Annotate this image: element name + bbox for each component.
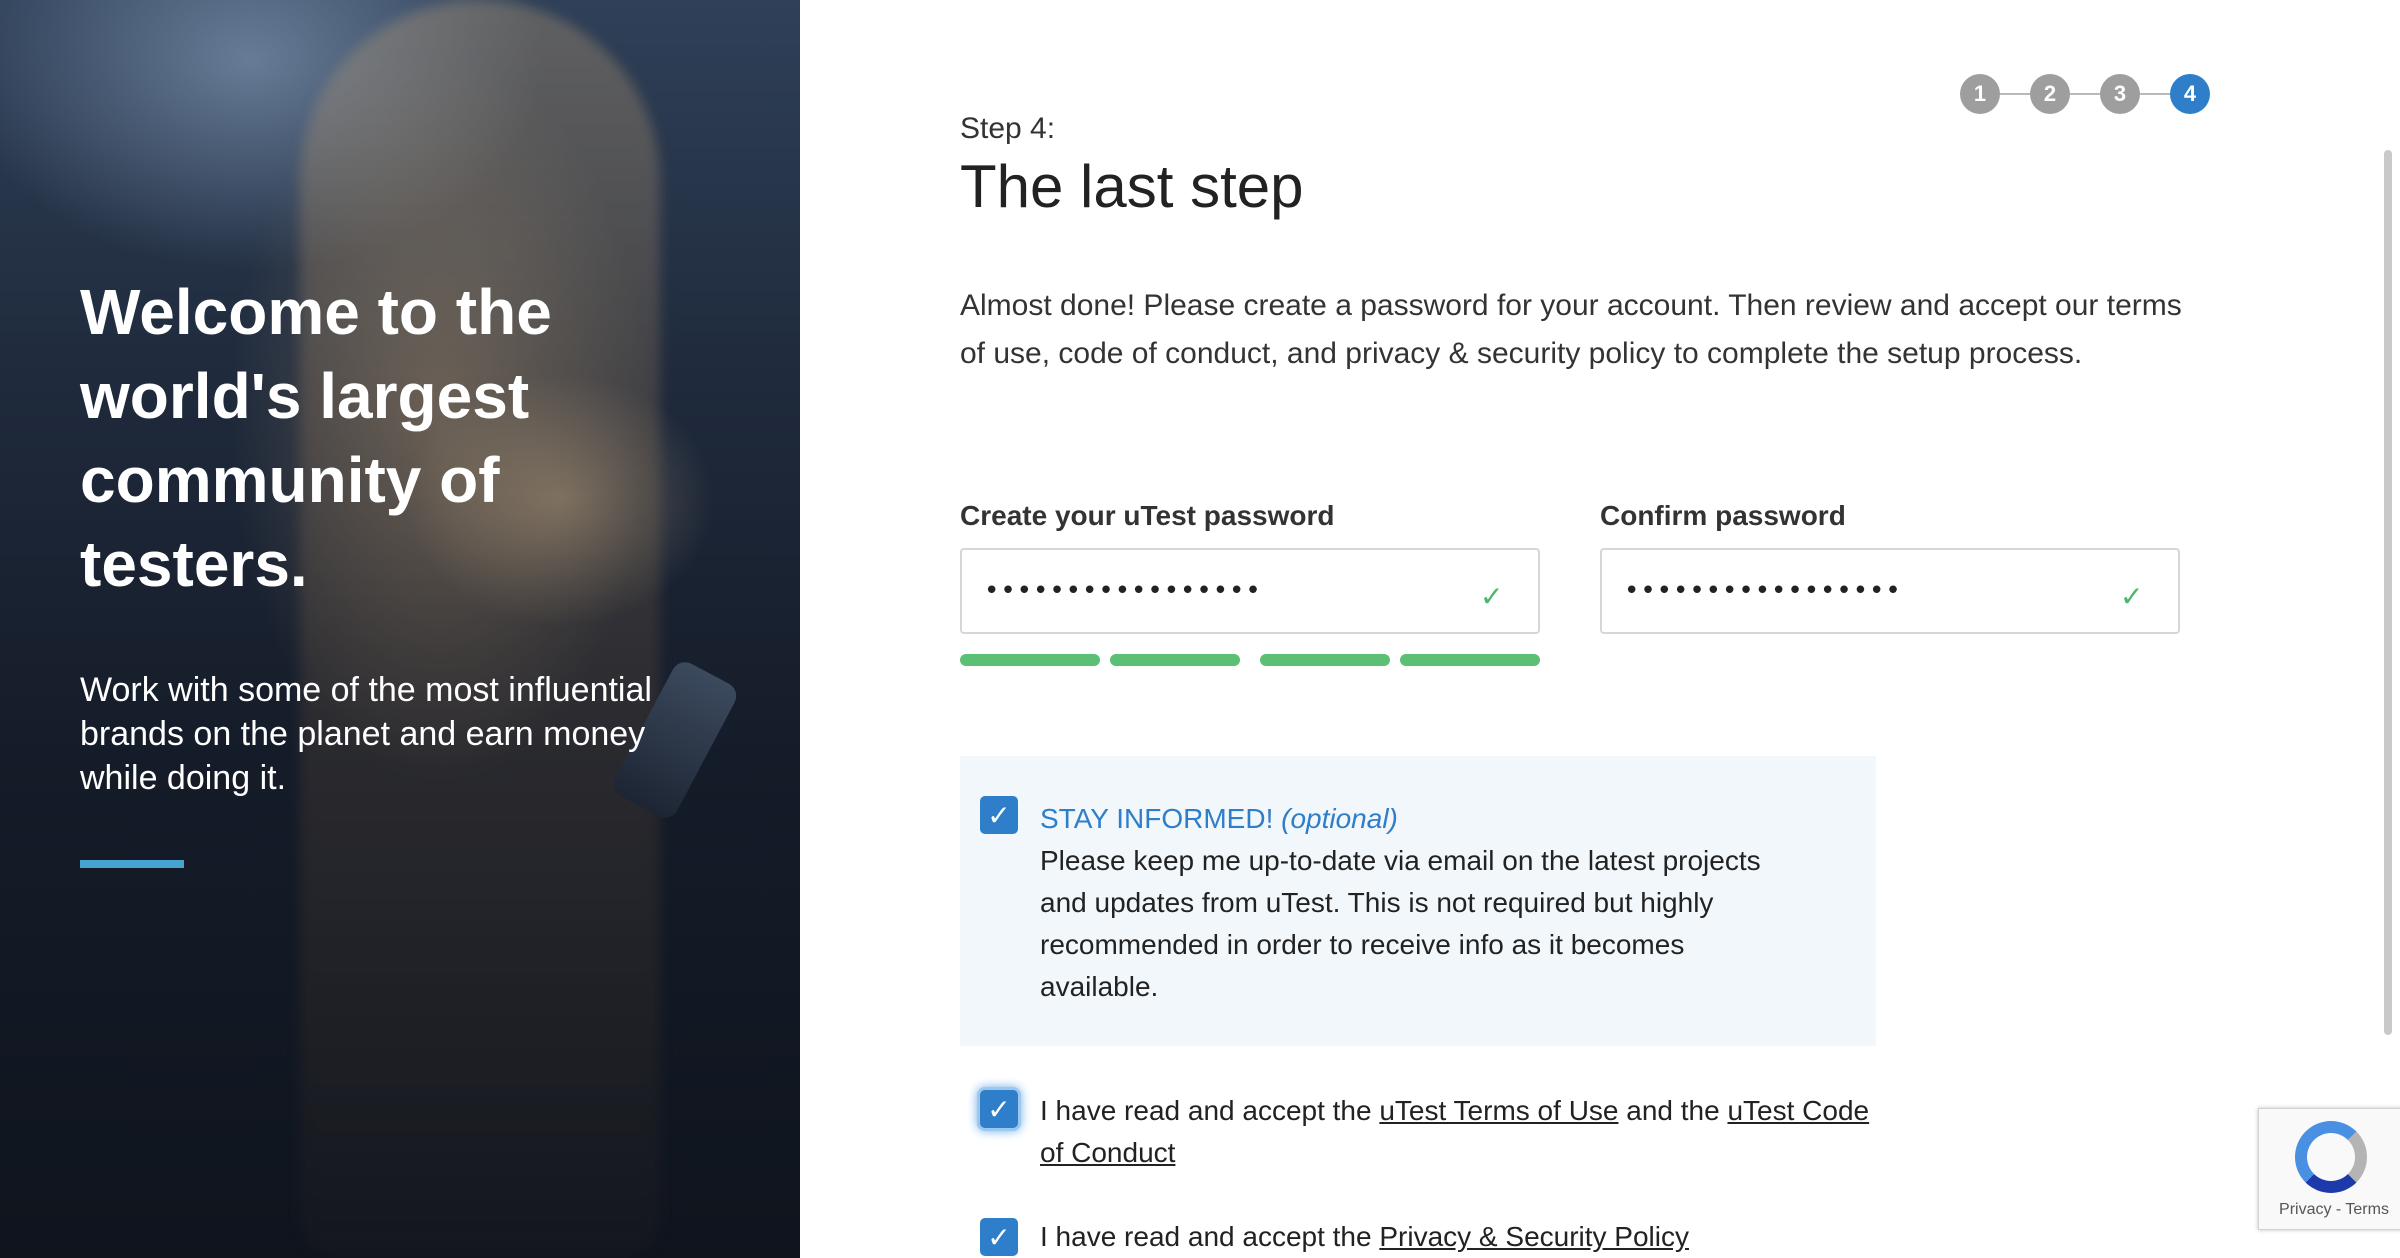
optional-label: (optional) (1281, 803, 1398, 834)
strength-segment (1400, 654, 1540, 666)
intro-text: Almost done! Please create a password fo… (960, 289, 2182, 370)
hero-title: Welcome to the world's largest community… (80, 276, 552, 600)
checkmark-icon: ✓ (987, 1093, 1011, 1125)
password-input[interactable] (960, 548, 1540, 634)
terms-prefix: I have read and accept the (1040, 1095, 1380, 1126)
scrollbar[interactable] (2384, 150, 2392, 1035)
step-1: 1 (1960, 74, 2000, 114)
stay-informed-heading: STAY INFORMED! (1040, 803, 1274, 834)
privacy-policy-link[interactable]: Privacy & Security Policy (1379, 1221, 1689, 1252)
terms-of-use-link[interactable]: uTest Terms of Use (1379, 1095, 1618, 1126)
recaptcha-links: Privacy - Terms (2259, 1201, 2400, 1219)
terms-text: I have read and accept the uTest Terms o… (1040, 1090, 1900, 1174)
strength-segment (960, 654, 1100, 666)
step-2: 2 (2030, 74, 2070, 114)
hero-panel: Welcome to the world's largest community… (0, 0, 800, 1258)
recaptcha-badge[interactable]: Privacy - Terms (2258, 1108, 2400, 1230)
step-progress: 1 2 3 4 (1960, 74, 2212, 114)
recaptcha-terms-link[interactable]: Terms (2345, 1201, 2389, 1218)
step-3: 3 (2100, 74, 2140, 114)
confirm-password-input[interactable] (1600, 548, 2180, 634)
step-connector (2070, 93, 2100, 95)
privacy-prefix: I have read and accept the (1040, 1221, 1380, 1252)
checkmark-icon: ✓ (987, 799, 1011, 831)
stay-informed-checkbox[interactable]: ✓ (980, 796, 1018, 834)
hero-photo (300, 0, 660, 1258)
password-label: Create your uTest password (960, 500, 1335, 531)
step-connector (2140, 93, 2170, 95)
strength-segment (1260, 654, 1390, 666)
confirm-valid-check-icon: ✓ (2120, 581, 2144, 612)
privacy-text: I have read and accept the Privacy & Sec… (1040, 1216, 1900, 1258)
terms-checkbox[interactable]: ✓ (980, 1090, 1018, 1128)
privacy-checkbox[interactable]: ✓ (980, 1218, 1018, 1256)
password-valid-check-icon: ✓ (1480, 581, 1504, 612)
terms-middle: and the (1618, 1095, 1728, 1126)
hero-accent-bar (80, 860, 184, 868)
stay-informed-description: Please keep me up-to-date via email on t… (1040, 845, 1761, 1002)
recaptcha-privacy-link[interactable]: Privacy (2279, 1201, 2331, 1218)
password-strength-meter (960, 654, 1540, 666)
recaptcha-logo-icon (2295, 1121, 2367, 1193)
step-4-current: 4 (2170, 74, 2210, 114)
stay-informed-text: STAY INFORMED! (optional) Please keep me… (1040, 798, 1800, 1008)
page-title: The last step (960, 153, 1304, 220)
checkmark-icon: ✓ (987, 1221, 1011, 1253)
step-connector (2000, 93, 2030, 95)
confirm-password-label: Confirm password (1600, 500, 1846, 531)
strength-segment (1110, 654, 1240, 666)
recaptcha-separator: - (2331, 1201, 2346, 1218)
hero-subtitle: Work with some of the most influential b… (80, 671, 652, 797)
step-label: Step 4: (960, 112, 1056, 145)
